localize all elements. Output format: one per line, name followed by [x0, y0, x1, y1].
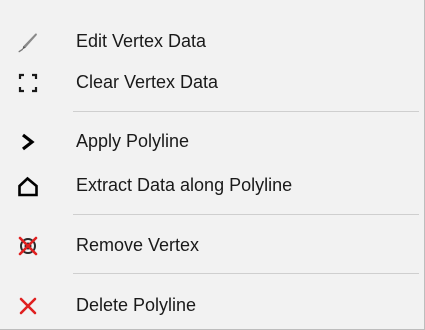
context-menu: Edit Vertex Data Clear Vertex Data Apply…	[0, 0, 425, 330]
menu-item-label: Edit Vertex Data	[76, 31, 207, 51]
menu-item-label: Clear Vertex Data	[76, 72, 219, 92]
clear-brackets-icon	[17, 72, 39, 94]
menu-item-extract-data-along-polyline[interactable]: Extract Data along Polyline	[0, 166, 424, 204]
chevron-right-icon	[17, 131, 39, 153]
menu-item-label: Delete Polyline	[76, 295, 197, 315]
menu-item-clear-vertex-data[interactable]: Clear Vertex Data	[0, 63, 424, 101]
menu-item-apply-polyline[interactable]: Apply Polyline	[0, 122, 424, 160]
menu-item-delete-polyline[interactable]: Delete Polyline	[0, 286, 424, 324]
remove-vertex-icon	[17, 235, 39, 257]
menu-item-label: Remove Vertex	[76, 235, 200, 255]
menu-item-label: Apply Polyline	[76, 131, 190, 151]
menu-separator	[73, 214, 419, 215]
menu-item-label: Extract Data along Polyline	[76, 175, 293, 195]
menu-separator	[73, 111, 419, 112]
delete-x-icon	[17, 295, 39, 317]
menu-item-edit-vertex-data[interactable]: Edit Vertex Data	[0, 22, 424, 60]
pencil-icon	[17, 31, 39, 53]
menu-item-remove-vertex[interactable]: Remove Vertex	[0, 226, 424, 264]
polyline-outline-icon	[17, 175, 39, 197]
menu-separator	[73, 273, 419, 274]
